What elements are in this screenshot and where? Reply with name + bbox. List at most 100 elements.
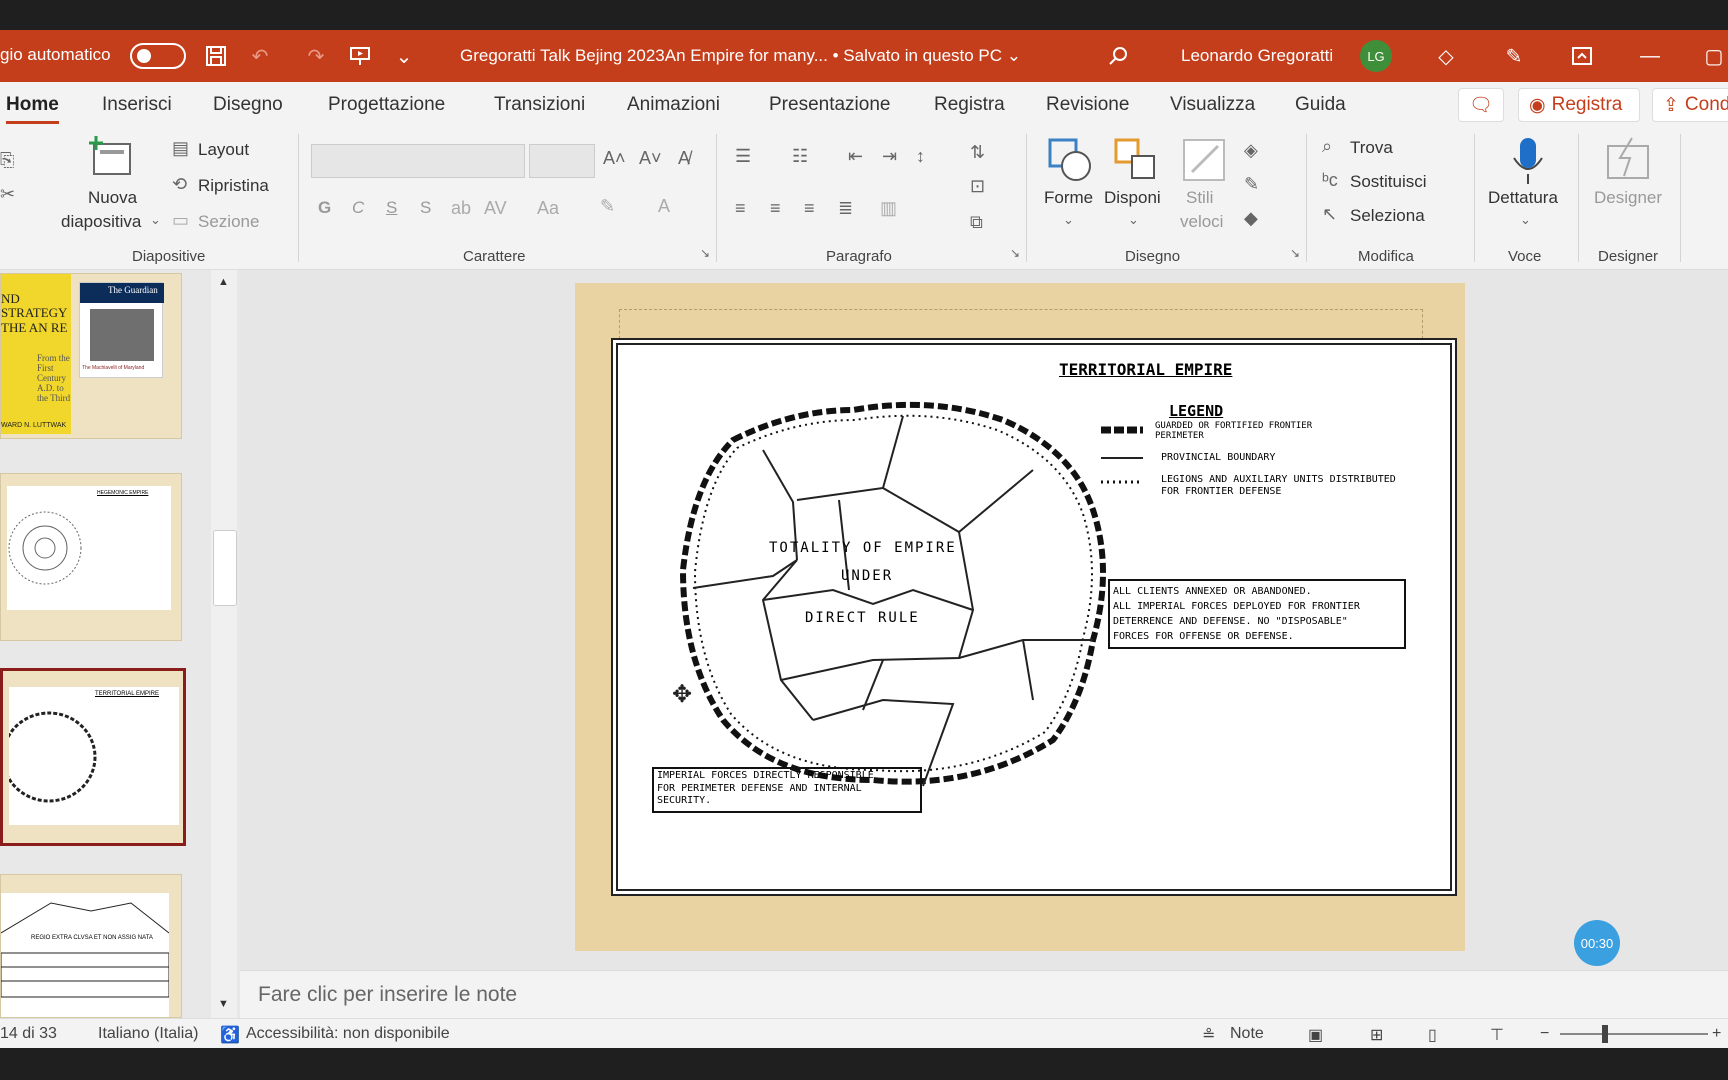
zoom-out-icon[interactable]: − bbox=[1540, 1025, 1549, 1043]
user-name[interactable]: Leonardo Gregoratti bbox=[1181, 46, 1333, 66]
arrange-button[interactable]: Disponi bbox=[1104, 188, 1161, 208]
reset-button[interactable]: Ripristina bbox=[198, 176, 269, 196]
reset-icon[interactable]: ⟲ bbox=[172, 174, 187, 195]
align-left-icon[interactable]: ≡ bbox=[735, 198, 746, 219]
arrange-icon[interactable] bbox=[1112, 136, 1160, 184]
tab-home[interactable]: Home bbox=[6, 94, 59, 124]
designer-icon[interactable] bbox=[1604, 136, 1654, 184]
scroll-down-icon[interactable]: ▼ bbox=[218, 998, 229, 1010]
slide-thumbnail-12[interactable]: HEGEMONIC EMPIRE bbox=[0, 473, 182, 641]
chevron-down-icon[interactable]: ⌄ bbox=[150, 212, 161, 228]
slide-image[interactable]: TERRITORIAL EMPIRE LEGEND GUARDED OR FOR… bbox=[611, 338, 1457, 896]
normal-view-icon[interactable]: ▣ bbox=[1308, 1025, 1323, 1045]
bold-button[interactable]: G bbox=[318, 198, 331, 218]
ribbon-display-icon[interactable] bbox=[1568, 42, 1596, 70]
zoom-slider-handle[interactable] bbox=[1602, 1025, 1608, 1043]
reading-view-icon[interactable]: ▯ bbox=[1428, 1025, 1437, 1045]
search-icon[interactable]: ⌕ bbox=[1322, 136, 1332, 157]
chevron-down-icon[interactable]: ⌄ bbox=[1128, 212, 1139, 228]
align-center-icon[interactable]: ≡ bbox=[770, 198, 781, 219]
dictate-button[interactable]: Dettatura bbox=[1488, 188, 1558, 208]
section-icon[interactable]: ▭ bbox=[172, 210, 189, 231]
zoom-in-icon[interactable]: + bbox=[1712, 1025, 1721, 1043]
dialog-launcher-icon[interactable]: ↘ bbox=[700, 246, 710, 260]
spacing-icon[interactable]: AV bbox=[484, 198, 507, 219]
justify-icon[interactable]: ≣ bbox=[838, 198, 853, 219]
slide-sorter-icon[interactable]: ⊞ bbox=[1370, 1025, 1383, 1045]
quick-styles-label-1[interactable]: Stili bbox=[1186, 188, 1213, 208]
tab-design[interactable]: Progettazione bbox=[328, 94, 445, 116]
font-family-select[interactable] bbox=[311, 144, 525, 178]
font-size-select[interactable] bbox=[529, 144, 595, 178]
accessibility-icon[interactable]: ♿ bbox=[220, 1025, 240, 1045]
clear-format-icon[interactable]: A̸ bbox=[678, 148, 690, 169]
undo-icon[interactable]: ↶ bbox=[246, 42, 274, 70]
tab-view[interactable]: Visualizza bbox=[1170, 94, 1255, 116]
effects-icon[interactable]: ◆ bbox=[1244, 208, 1258, 229]
accessibility-status[interactable]: Accessibilità: non disponibile bbox=[246, 1025, 450, 1043]
autosave-toggle[interactable] bbox=[130, 43, 186, 69]
pen-icon[interactable]: ✎ bbox=[1500, 42, 1528, 70]
align-right-icon[interactable]: ≡ bbox=[804, 198, 815, 219]
current-slide[interactable]: TERRITORIAL EMPIRE LEGEND GUARDED OR FOR… bbox=[575, 283, 1465, 951]
search-icon[interactable] bbox=[1104, 42, 1132, 70]
tab-insert[interactable]: Inserisci bbox=[102, 94, 172, 116]
replace-button[interactable]: Sostituisci bbox=[1350, 172, 1427, 192]
record-button[interactable]: ◉ Registra bbox=[1518, 88, 1640, 122]
new-slide-label-2[interactable]: diapositiva bbox=[61, 212, 141, 232]
dialog-launcher-icon[interactable]: ↘ bbox=[1290, 246, 1300, 260]
tab-slideshow[interactable]: Presentazione bbox=[769, 94, 890, 116]
select-button[interactable]: Seleziona bbox=[1350, 206, 1425, 226]
italic-button[interactable]: C bbox=[352, 198, 364, 218]
start-from-beginning-icon[interactable] bbox=[346, 42, 374, 70]
increase-font-icon[interactable]: A˄ bbox=[603, 148, 626, 169]
customize-toolbar-icon[interactable]: ⌄ bbox=[390, 42, 418, 70]
redo-icon[interactable]: ↷ bbox=[302, 42, 330, 70]
quick-styles-label-2[interactable]: veloci bbox=[1180, 212, 1223, 232]
thumbnail-scrollbar[interactable]: ▲ ▼ bbox=[211, 270, 237, 1018]
highlight-icon[interactable]: ✎ bbox=[600, 196, 615, 217]
chevron-down-icon[interactable]: ⌄ bbox=[1520, 212, 1531, 228]
quick-styles-icon[interactable] bbox=[1180, 136, 1228, 184]
align-text-icon[interactable]: ⊡ bbox=[970, 176, 985, 197]
document-title[interactable]: Gregoratti Talk Bejing 2023An Empire for… bbox=[460, 46, 1021, 66]
scroll-up-icon[interactable]: ▲ bbox=[218, 276, 229, 288]
diamond-icon[interactable]: ◇ bbox=[1432, 42, 1460, 70]
font-color-icon[interactable]: A bbox=[658, 196, 670, 217]
layout-button[interactable]: Layout bbox=[198, 140, 249, 160]
scrollbar-thumb[interactable] bbox=[213, 530, 237, 606]
text-direction-icon[interactable]: ⇅ bbox=[970, 142, 985, 163]
section-button[interactable]: Sezione bbox=[198, 212, 259, 232]
share-button[interactable]: ⇪ Cond bbox=[1652, 88, 1728, 122]
comments-button[interactable]: 🗨 bbox=[1458, 88, 1504, 122]
decrease-indent-icon[interactable]: ⇤ bbox=[848, 146, 863, 167]
restore-icon[interactable]: ▢ bbox=[1700, 42, 1728, 70]
tab-record[interactable]: Registra bbox=[934, 94, 1005, 116]
designer-button[interactable]: Designer bbox=[1594, 188, 1662, 208]
slideshow-icon[interactable]: ⊤ bbox=[1490, 1025, 1504, 1045]
shapes-icon[interactable] bbox=[1046, 136, 1096, 184]
find-button[interactable]: Trova bbox=[1350, 138, 1393, 158]
notes-button[interactable]: Note bbox=[1230, 1025, 1264, 1043]
strikethrough-icon[interactable]: ab bbox=[451, 198, 471, 219]
smartart-icon[interactable]: ⧉ bbox=[970, 212, 983, 233]
decrease-font-icon[interactable]: A˅ bbox=[639, 148, 662, 169]
tab-transitions[interactable]: Transizioni bbox=[494, 94, 585, 116]
line-spacing-icon[interactable]: ↕ bbox=[916, 146, 925, 167]
language-indicator[interactable]: Italiano (Italia) bbox=[98, 1025, 199, 1043]
microphone-icon[interactable] bbox=[1508, 136, 1548, 186]
bullets-icon[interactable]: ☰ bbox=[735, 146, 751, 167]
new-slide-label-1[interactable]: Nuova bbox=[88, 188, 137, 208]
title-placeholder[interactable] bbox=[619, 309, 1423, 339]
notes-pane[interactable]: Fare clic per inserire le note bbox=[240, 970, 1728, 1018]
tab-review[interactable]: Revisione bbox=[1046, 94, 1129, 116]
save-icon[interactable] bbox=[202, 42, 230, 70]
recording-timer[interactable]: 00:30 bbox=[1574, 920, 1620, 966]
change-case-icon[interactable]: Aa bbox=[537, 198, 559, 219]
layout-icon[interactable]: ▤ bbox=[172, 138, 189, 159]
tab-animations[interactable]: Animazioni bbox=[627, 94, 720, 116]
slide-thumbnail-13-selected[interactable]: TERRITORIAL EMPIRE bbox=[0, 668, 186, 846]
replace-icon[interactable]: ᵇc bbox=[1322, 170, 1338, 191]
shadow-button[interactable]: S bbox=[420, 198, 431, 218]
columns-icon[interactable]: ▥ bbox=[880, 198, 897, 219]
